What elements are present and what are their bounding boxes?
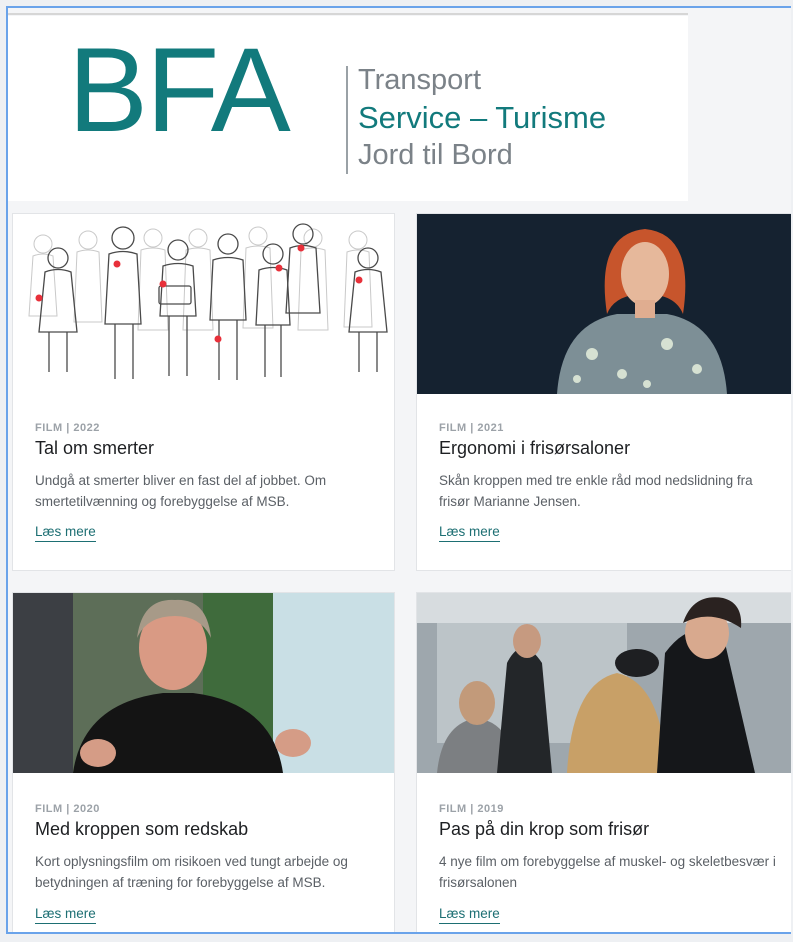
top-divider	[8, 13, 688, 15]
card-thumbnail-illustration[interactable]	[13, 214, 394, 394]
logo-line-transport: Transport	[358, 64, 482, 96]
logo-line-jord-til-bord: Jord til Bord	[358, 139, 513, 171]
card-meta: FILM | 2019	[439, 803, 504, 815]
card-ergonomi-i-frisoersaloner[interactable]: FILM | 2021 Ergonomi i frisørsaloner Skå…	[416, 213, 791, 571]
card-description: Kort oplysningsfilm om risikoen ved tung…	[35, 854, 348, 890]
card-thumbnail-photo[interactable]	[417, 214, 791, 394]
logo-line-service-turisme: Service – Turisme	[358, 100, 607, 135]
card-meta: FILM | 2021	[439, 422, 504, 434]
read-more-link[interactable]: Læs mere	[35, 906, 96, 924]
card-thumbnail-photo[interactable]	[13, 593, 394, 773]
card-description: Undgå at smerter bliver en fast del af j…	[35, 473, 327, 509]
read-more-link[interactable]: Læs mere	[35, 524, 96, 542]
card-title[interactable]: Pas på din krop som frisør	[439, 819, 649, 840]
card-title[interactable]: Med kroppen som redskab	[35, 819, 248, 840]
page-frame: BFA Transport Service – Turisme Jord til…	[6, 6, 791, 934]
card-title[interactable]: Ergonomi i frisørsaloner	[439, 438, 630, 459]
logo-acronym[interactable]: BFA	[68, 30, 291, 150]
card-med-kroppen-som-redskab[interactable]: FILM | 2020 Med kroppen som redskab Kort…	[12, 592, 395, 932]
card-title[interactable]: Tal om smerter	[35, 438, 154, 459]
card-tal-om-smerter[interactable]: FILM | 2022 Tal om smerter Undgå at smer…	[12, 213, 395, 571]
logo-divider	[346, 66, 348, 174]
card-description: 4 nye film om forebyggelse af muskel- og…	[439, 854, 776, 890]
card-meta: FILM | 2022	[35, 422, 100, 434]
read-more-link[interactable]: Læs mere	[439, 906, 500, 924]
site-header: BFA Transport Service – Turisme Jord til…	[8, 16, 688, 201]
read-more-link[interactable]: Læs mere	[439, 524, 500, 542]
card-description: Skån kroppen med tre enkle råd mod nedsl…	[439, 473, 753, 509]
card-pas-paa-din-krop-som-frisoer[interactable]: FILM | 2019 Pas på din krop som frisør 4…	[416, 592, 791, 932]
card-meta: FILM | 2020	[35, 803, 100, 815]
card-thumbnail-photo[interactable]	[417, 593, 791, 773]
